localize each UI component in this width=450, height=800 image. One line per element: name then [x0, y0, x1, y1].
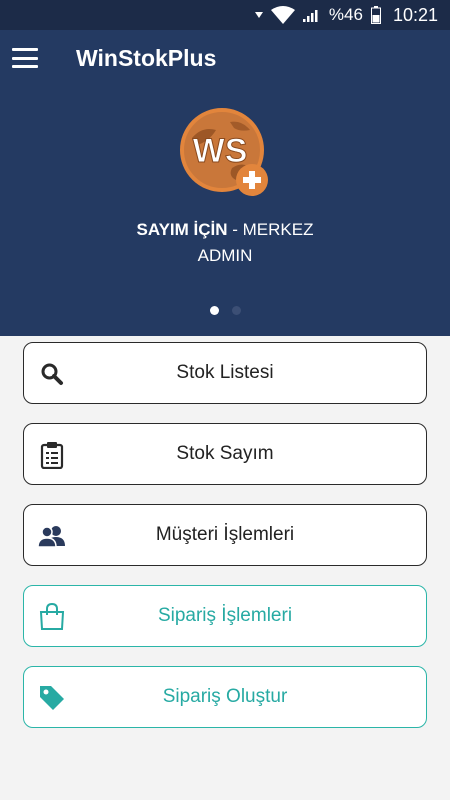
signal-icon: [302, 8, 321, 22]
clipboard-icon: [38, 441, 66, 469]
company-line: SAYIM İÇİN - MERKEZ: [0, 220, 450, 240]
app-bar: WinStokPlus: [0, 30, 450, 86]
app-title: WinStokPlus: [76, 44, 217, 71]
page-dot-active[interactable]: [209, 306, 219, 315]
stock-list-label: Stok Listesi: [176, 362, 274, 383]
wifi-icon: [270, 6, 295, 24]
customer-operations-label: Müşteri İşlemleri: [155, 524, 295, 545]
shopping-bag-icon: [38, 603, 66, 631]
create-order-button[interactable]: Sipariş Oluştur: [23, 666, 427, 728]
create-order-label: Sipariş Oluştur: [162, 686, 288, 707]
battery-icon: [370, 6, 381, 24]
order-operations-button[interactable]: Sipariş İşlemleri: [23, 585, 427, 647]
user-name: ADMIN: [197, 246, 253, 265]
status-bar: %46 10:21: [0, 0, 450, 30]
stock-list-button[interactable]: Stok Listesi: [23, 342, 427, 404]
page-indicator: [0, 306, 450, 315]
company-name: SAYIM İÇİN: [136, 220, 228, 239]
stock-count-button[interactable]: Stok Sayım: [23, 423, 427, 485]
hamburger-menu-icon[interactable]: [12, 48, 38, 68]
search-icon: [38, 360, 66, 388]
users-icon: [38, 522, 66, 550]
page-dot[interactable]: [231, 306, 241, 315]
battery-level: %46: [328, 5, 363, 24]
winstokplus-logo: WS: [180, 108, 268, 196]
clock: 10:21: [392, 4, 438, 25]
customer-operations-button[interactable]: Müşteri İşlemleri: [23, 504, 427, 566]
branch-name: - MERKEZ: [227, 220, 314, 239]
order-operations-label: Sipariş İşlemleri: [157, 605, 293, 626]
notification-arrow-icon: [254, 11, 263, 19]
stock-count-label: Stok Sayım: [176, 443, 274, 464]
logo-text: WS: [193, 132, 248, 170]
header-panel: WS SAYIM İÇİN - MERKEZ ADMIN: [0, 86, 450, 336]
tag-icon: [38, 684, 66, 712]
